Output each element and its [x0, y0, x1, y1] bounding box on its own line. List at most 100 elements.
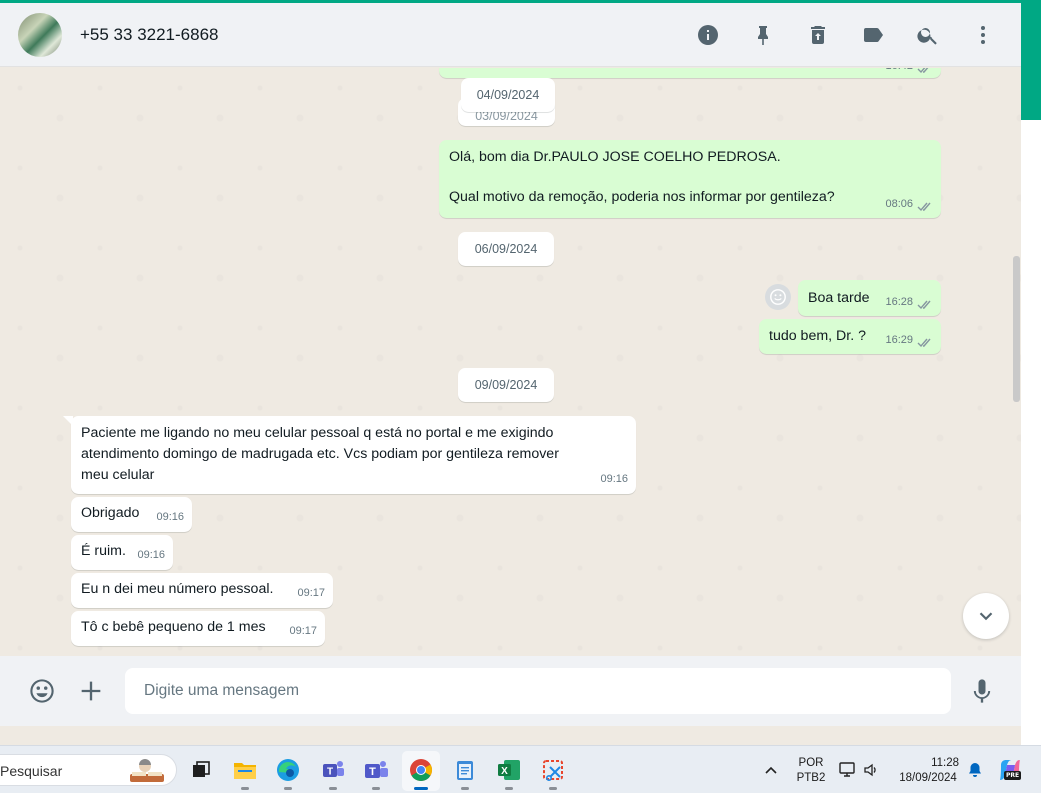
- date-separator: 04/09/2024: [461, 78, 555, 112]
- message-time: 16:28: [885, 296, 913, 308]
- copilot-icon[interactable]: PRE: [997, 757, 1023, 783]
- snipping-tool-icon[interactable]: [538, 755, 568, 785]
- message-text: meu celular: [81, 467, 155, 483]
- message-text: Boa tarde: [808, 290, 870, 306]
- message-meta: 16:42: [885, 68, 933, 76]
- delete-icon[interactable]: [806, 23, 830, 47]
- message-time: 09:17: [297, 587, 325, 599]
- message-meta: 09:16: [137, 545, 165, 566]
- running-indicator: [241, 787, 249, 790]
- message-composer: [0, 656, 1021, 726]
- message-text: Olá, bom dia Dr.PAULO JOSE COELHO PEDROS…: [449, 149, 781, 165]
- info-icon[interactable]: [696, 23, 720, 47]
- message-meta: 16:28: [885, 292, 933, 312]
- message-time: 16:42: [885, 68, 913, 76]
- message-text: Obrigado: [81, 505, 140, 521]
- windows-taskbar: Pesquisar T T X POR PTB2 11:28 18/09/202…: [0, 745, 1041, 793]
- contact-name[interactable]: +55 33 3221-6868: [80, 25, 219, 45]
- message-time: 16:29: [885, 334, 913, 346]
- clock-time: 11:28: [931, 757, 959, 769]
- message-text: tudo bem, Dr. ?: [769, 328, 866, 344]
- message-meta: 16:29: [885, 330, 933, 350]
- search-highlight-icon: [128, 758, 166, 784]
- running-indicator: [372, 787, 380, 790]
- language-indicator[interactable]: POR PTB2: [792, 756, 830, 786]
- chevron-down-icon: [979, 612, 993, 621]
- message-incoming[interactable]: Tô c bebê pequeno de 1 mes 09:17: [71, 611, 325, 646]
- pin-icon[interactable]: [751, 23, 775, 47]
- search-icon[interactable]: [916, 23, 940, 47]
- side-panel-edge: [1021, 120, 1041, 745]
- menu-icon[interactable]: [971, 23, 995, 47]
- clock[interactable]: 11:28 18/09/2024: [893, 756, 963, 786]
- date-separator: 09/09/2024: [458, 368, 554, 402]
- teams-work-icon[interactable]: T: [361, 755, 391, 785]
- scrollbar-thumb[interactable]: [1013, 256, 1020, 402]
- label-icon[interactable]: [861, 23, 885, 47]
- message-text: Paciente me ligando no meu celular pesso…: [81, 425, 554, 441]
- contact-avatar[interactable]: [18, 12, 62, 57]
- date-label: 09/09/2024: [474, 378, 538, 392]
- file-explorer-icon[interactable]: [230, 755, 260, 785]
- running-indicator: [549, 787, 557, 790]
- svg-text:T: T: [327, 767, 333, 778]
- double-check-icon: [917, 297, 933, 309]
- chrome-browser-icon[interactable]: [406, 755, 436, 785]
- svg-text:T: T: [369, 766, 376, 778]
- copilot-badge: PRE: [1004, 771, 1022, 780]
- excel-icon[interactable]: X: [494, 755, 524, 785]
- message-meta: 09:17: [297, 583, 325, 604]
- message-time: 09:17: [289, 625, 317, 637]
- date-label: 06/09/2024: [474, 242, 538, 256]
- message-time: 08:06: [885, 198, 913, 210]
- active-app-indicator: [414, 787, 428, 790]
- message-outgoing[interactable]: Olá, bom dia Dr.PAULO JOSE COELHO PEDROS…: [439, 140, 941, 218]
- message-time: 09:16: [137, 549, 165, 561]
- message-meta: 09:16: [600, 469, 628, 490]
- svg-text:X: X: [501, 766, 508, 777]
- message-time: 09:16: [156, 511, 184, 523]
- attach-plus-icon[interactable]: [76, 676, 106, 706]
- message-outgoing[interactable]: tudo bem, Dr. ? 16:29: [759, 319, 941, 354]
- notepad-icon[interactable]: [450, 755, 480, 785]
- react-emoji-icon[interactable]: [765, 284, 791, 310]
- message-incoming[interactable]: Eu n dei meu número pessoal. 09:17: [71, 573, 333, 608]
- scroll-to-bottom-button[interactable]: [963, 593, 1009, 639]
- double-check-icon: [917, 335, 933, 347]
- running-indicator: [505, 787, 513, 790]
- teams-personal-icon[interactable]: T: [318, 755, 348, 785]
- message-incoming[interactable]: Obrigado 09:16: [71, 497, 192, 532]
- message-outgoing[interactable]: 16:42: [439, 68, 941, 78]
- microphone-icon[interactable]: [967, 676, 997, 706]
- message-input[interactable]: [125, 668, 951, 714]
- bubble-tail: [63, 416, 73, 426]
- message-meta: 08:06: [885, 194, 933, 214]
- header-actions: [665, 23, 995, 47]
- notification-bell-icon[interactable]: [966, 761, 984, 779]
- double-check-icon: [917, 68, 933, 73]
- edge-browser-icon[interactable]: [273, 755, 303, 785]
- network-icon[interactable]: [838, 760, 858, 780]
- side-accent-strip: [1021, 0, 1041, 120]
- chat-header: +55 33 3221-6868: [0, 3, 1021, 67]
- taskbar-search-label: Pesquisar: [0, 763, 63, 779]
- message-text: Tô c bebê pequeno de 1 mes: [81, 619, 266, 635]
- running-indicator: [284, 787, 292, 790]
- message-incoming[interactable]: É ruim. 09:16: [71, 535, 173, 570]
- date-label: 04/09/2024: [476, 88, 540, 102]
- message-text: Eu n dei meu número pessoal.: [81, 581, 274, 597]
- emoji-icon[interactable]: [27, 676, 57, 706]
- message-time: 09:16: [600, 473, 628, 485]
- message-outgoing[interactable]: Boa tarde 16:28: [798, 280, 941, 316]
- volume-icon[interactable]: [862, 761, 880, 779]
- tray-chevron-up-icon[interactable]: [763, 762, 779, 778]
- message-text: atendimento domingo de madrugada etc. Vc…: [81, 446, 559, 462]
- message-list[interactable]: 16:42 03/09/2024 04/09/2024 Olá, bom dia…: [0, 68, 1021, 656]
- message-incoming[interactable]: Paciente me ligando no meu celular pesso…: [71, 416, 636, 494]
- task-view-icon[interactable]: [186, 755, 216, 785]
- running-indicator: [329, 787, 337, 790]
- double-check-icon: [917, 199, 933, 211]
- language-code: POR: [798, 757, 824, 769]
- keyboard-layout: PTB2: [796, 772, 826, 784]
- message-text: É ruim.: [81, 543, 126, 559]
